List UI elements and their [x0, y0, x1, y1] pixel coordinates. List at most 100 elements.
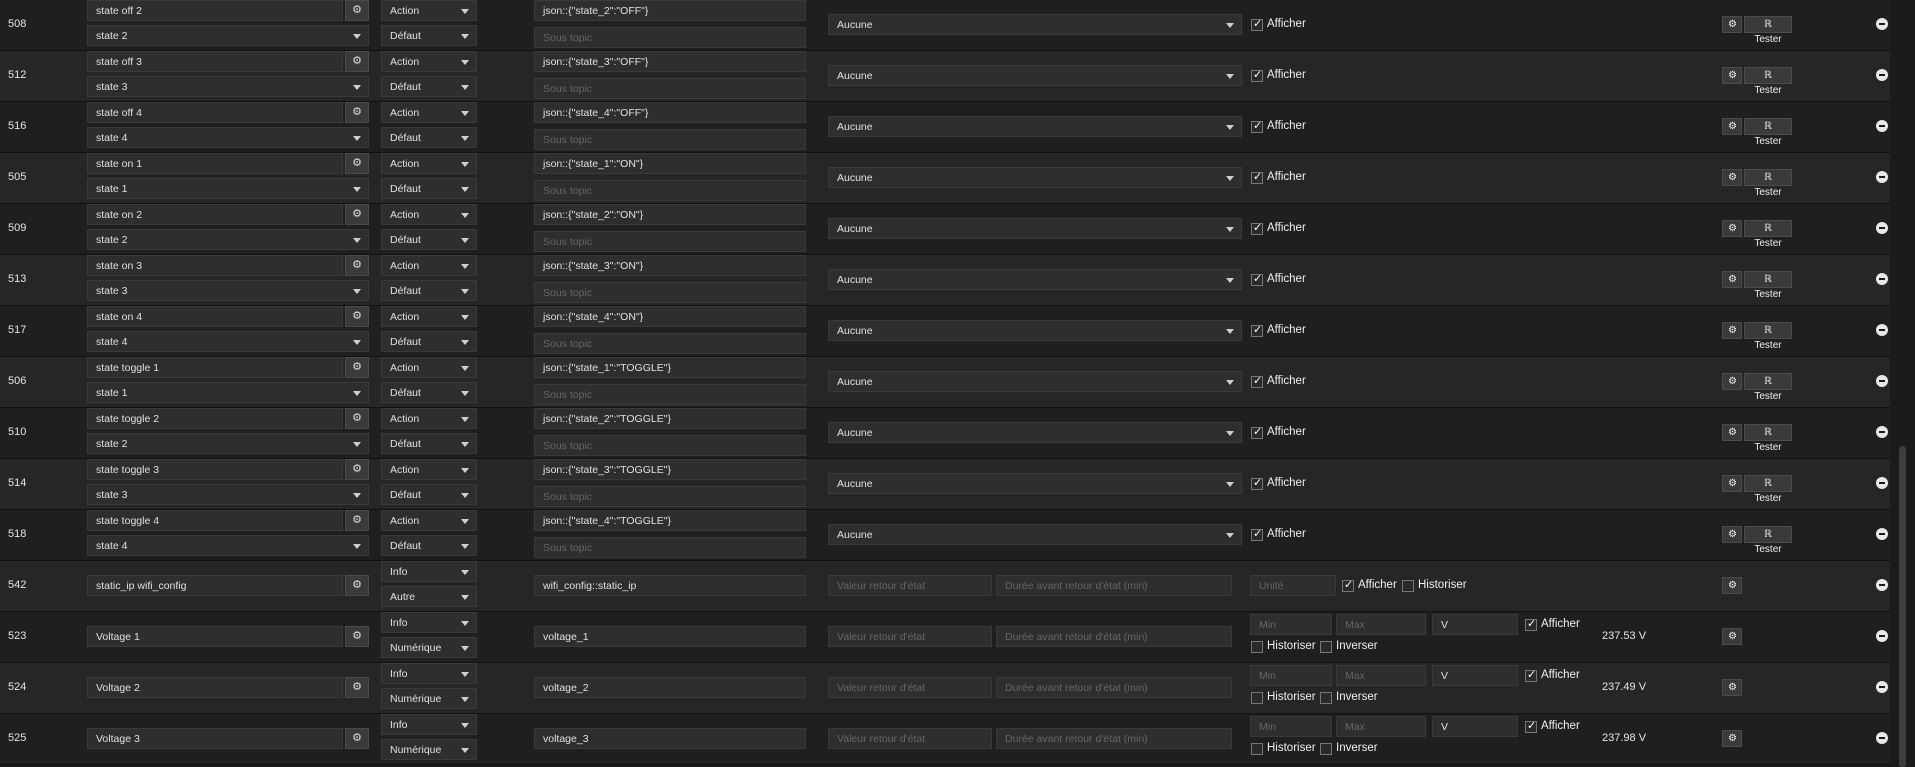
test-button[interactable]: ℝ Tester [1744, 322, 1792, 351]
linked-info-select[interactable]: Aucune [828, 269, 1242, 290]
command-type-select[interactable]: Action [381, 102, 477, 123]
return-duration-input[interactable]: Durée avant retour d'état (min) [996, 575, 1232, 596]
return-value-input[interactable]: Valeur retour d'état [828, 728, 992, 749]
minus-circle-icon[interactable] [1876, 69, 1888, 81]
command-subtype-select[interactable]: Défaut [381, 331, 477, 352]
return-duration-input[interactable]: Durée avant retour d'état (min) [996, 626, 1232, 647]
command-subtype-select[interactable]: Défaut [381, 178, 477, 199]
test-button[interactable]: ℝ Tester [1744, 220, 1792, 249]
linked-info-select[interactable]: Aucune [828, 218, 1242, 239]
min-input[interactable]: Min [1250, 614, 1332, 635]
info-topic-input[interactable]: voltage_2 [534, 677, 806, 698]
afficher-checkbox[interactable] [1251, 425, 1263, 439]
linked-info-select[interactable]: Aucune [828, 422, 1242, 443]
command-name-input[interactable]: state on 3 [87, 255, 343, 276]
minus-circle-icon[interactable] [1876, 120, 1888, 132]
max-input[interactable]: Max [1336, 716, 1426, 737]
command-name-input[interactable]: state on 1 [87, 153, 343, 174]
scrollbar[interactable] [1898, 0, 1907, 767]
command-topic-input[interactable]: json::{"state_4":"ON"} [534, 306, 806, 327]
info-type-select[interactable]: Info [381, 714, 477, 735]
test-button[interactable]: ℝ Tester [1744, 475, 1792, 504]
afficher-checkbox[interactable] [1251, 170, 1263, 184]
command-name-input[interactable]: state toggle 3 [87, 459, 343, 480]
gears-icon[interactable]: ⚙ [1722, 526, 1742, 543]
info-type-select[interactable]: Info [381, 663, 477, 684]
gears-icon[interactable]: ⚙ [1722, 424, 1742, 441]
inverser-checkbox[interactable] [1320, 692, 1332, 704]
afficher-checkbox[interactable] [1342, 578, 1354, 592]
return-value-input[interactable]: Valeur retour d'état [828, 575, 992, 596]
info-type-select[interactable]: Info [381, 561, 477, 582]
afficher-checkbox[interactable] [1251, 476, 1263, 490]
config-icon[interactable]: ⚙ [345, 102, 369, 123]
config-icon[interactable]: ⚙ [345, 510, 369, 531]
inverser-checkbox[interactable] [1320, 641, 1332, 653]
historiser-checkbox[interactable] [1251, 641, 1263, 653]
command-value-select[interactable]: state 4 [87, 535, 369, 556]
unit-input[interactable]: Unité [1250, 575, 1336, 596]
return-duration-input[interactable]: Durée avant retour d'état (min) [996, 728, 1232, 749]
command-type-select[interactable]: Action [381, 357, 477, 378]
command-topic-input[interactable]: json::{"state_4":"TOGGLE"} [534, 510, 806, 531]
config-icon[interactable]: ⚙ [345, 728, 369, 749]
command-topic-input[interactable]: json::{"state_3":"ON"} [534, 255, 806, 276]
subtopic-input[interactable]: Sous topic [534, 78, 806, 99]
info-subtype-select[interactable]: Numérique [381, 739, 477, 760]
config-icon[interactable]: ⚙ [345, 204, 369, 225]
command-name-input[interactable]: state off 3 [87, 51, 343, 72]
gears-icon[interactable]: ⚙ [1722, 67, 1742, 84]
linked-info-select[interactable]: Aucune [828, 473, 1242, 494]
afficher-checkbox[interactable] [1251, 68, 1263, 82]
gears-icon[interactable]: ⚙ [1722, 169, 1742, 186]
min-input[interactable]: Min [1250, 716, 1332, 737]
max-input[interactable]: Max [1336, 665, 1426, 686]
command-name-input[interactable]: state on 4 [87, 306, 343, 327]
command-value-select[interactable]: state 4 [87, 331, 369, 352]
minus-circle-icon[interactable] [1876, 222, 1888, 234]
command-type-select[interactable]: Action [381, 51, 477, 72]
test-button[interactable]: ℝ Tester [1744, 373, 1792, 402]
afficher-checkbox[interactable] [1251, 17, 1263, 31]
command-name-input[interactable]: state on 2 [87, 204, 343, 225]
command-value-select[interactable]: state 3 [87, 484, 369, 505]
gears-icon[interactable]: ⚙ [1722, 730, 1742, 747]
command-topic-input[interactable]: json::{"state_4":"OFF"} [534, 102, 806, 123]
command-name-input[interactable]: state off 4 [87, 102, 343, 123]
command-topic-input[interactable]: json::{"state_2":"ON"} [534, 204, 806, 225]
subtopic-input[interactable]: Sous topic [534, 231, 806, 252]
return-value-input[interactable]: Valeur retour d'état [828, 626, 992, 647]
command-topic-input[interactable]: json::{"state_1":"ON"} [534, 153, 806, 174]
subtopic-input[interactable]: Sous topic [534, 129, 806, 150]
command-topic-input[interactable]: json::{"state_3":"TOGGLE"} [534, 459, 806, 480]
afficher-checkbox[interactable] [1251, 374, 1263, 388]
linked-info-select[interactable]: Aucune [828, 167, 1242, 188]
return-duration-input[interactable]: Durée avant retour d'état (min) [996, 677, 1232, 698]
config-icon[interactable]: ⚙ [345, 51, 369, 72]
info-name-input[interactable]: static_ip wifi_config [87, 575, 343, 596]
command-name-input[interactable]: state off 2 [87, 0, 343, 21]
command-type-select[interactable]: Action [381, 153, 477, 174]
afficher-checkbox[interactable] [1525, 617, 1537, 631]
gears-icon[interactable]: ⚙ [1722, 628, 1742, 645]
command-subtype-select[interactable]: Défaut [381, 382, 477, 403]
command-value-select[interactable]: state 3 [87, 76, 369, 97]
minus-circle-icon[interactable] [1876, 528, 1888, 540]
gears-icon[interactable]: ⚙ [1722, 16, 1742, 33]
command-topic-input[interactable]: json::{"state_1":"TOGGLE"} [534, 357, 806, 378]
command-type-select[interactable]: Action [381, 459, 477, 480]
command-subtype-select[interactable]: Défaut [381, 76, 477, 97]
command-subtype-select[interactable]: Défaut [381, 25, 477, 46]
afficher-checkbox[interactable] [1251, 221, 1263, 235]
command-type-select[interactable]: Action [381, 306, 477, 327]
config-icon[interactable]: ⚙ [345, 306, 369, 327]
command-topic-input[interactable]: json::{"state_2":"TOGGLE"} [534, 408, 806, 429]
command-value-select[interactable]: state 2 [87, 433, 369, 454]
info-type-select[interactable]: Info [381, 612, 477, 633]
afficher-checkbox[interactable] [1251, 323, 1263, 337]
minus-circle-icon[interactable] [1876, 681, 1888, 693]
max-input[interactable]: Max [1336, 614, 1426, 635]
command-value-select[interactable]: state 1 [87, 382, 369, 403]
config-icon[interactable]: ⚙ [345, 0, 369, 21]
minus-circle-icon[interactable] [1876, 375, 1888, 387]
